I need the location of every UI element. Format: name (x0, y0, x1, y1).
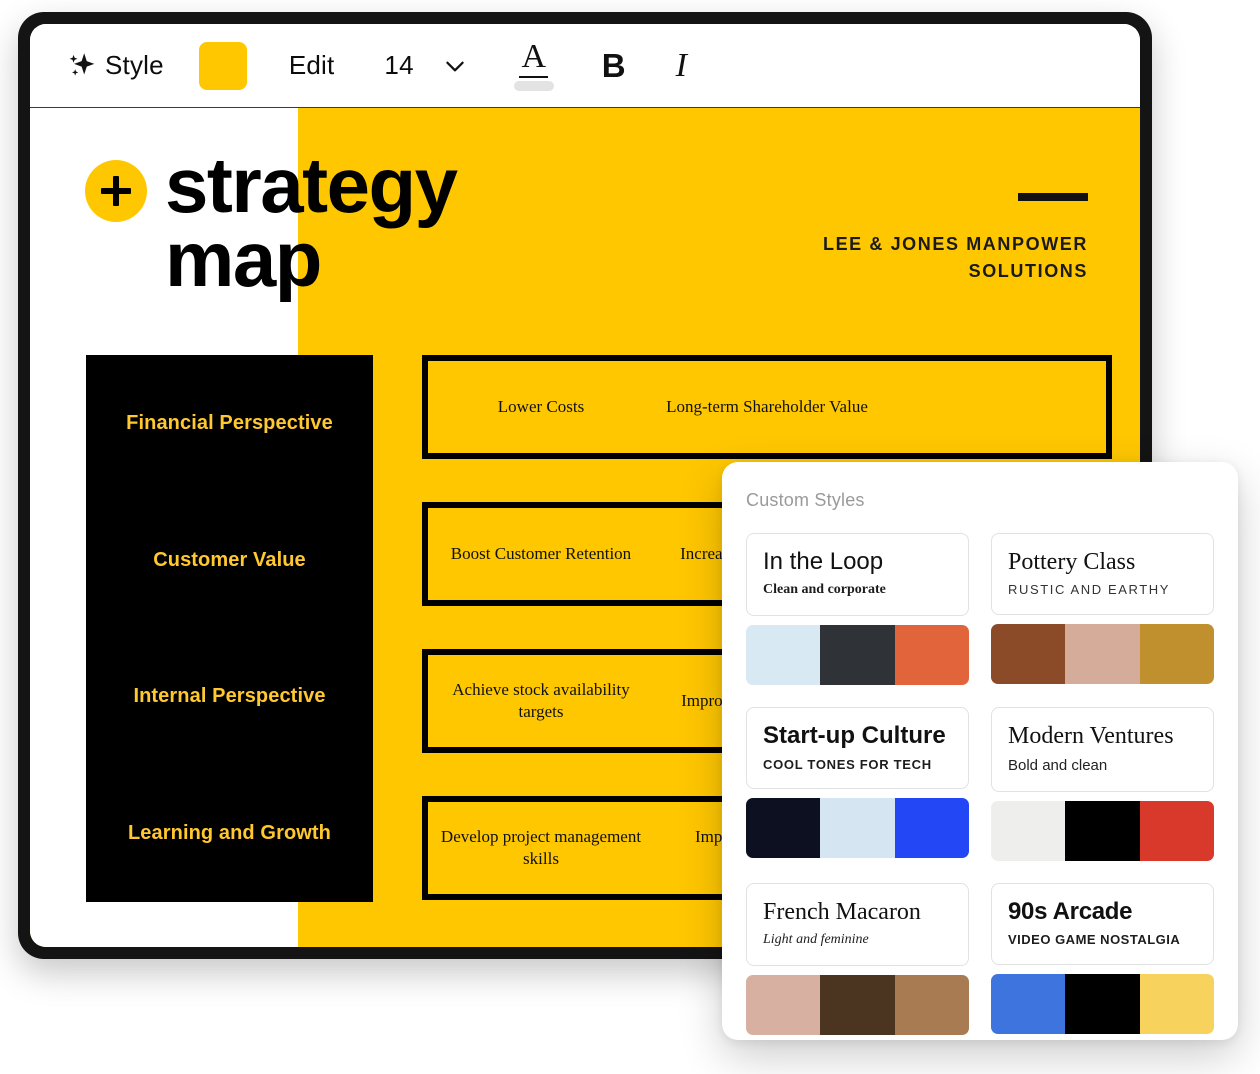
style-name: In the Loop (763, 549, 952, 575)
document-title-block: strategy map (85, 148, 505, 296)
palette-swatch (1065, 974, 1139, 1034)
brand-divider (1018, 193, 1088, 201)
page-title: strategy map (165, 148, 505, 296)
brand-name: LEE & JONES MANPOWER SOLUTIONS (788, 231, 1088, 285)
palette-swatch (1140, 974, 1214, 1034)
style-option-modern-ventures[interactable]: Modern Ventures Bold and clean (991, 707, 1214, 860)
goal-cell[interactable]: Develop project management skills (428, 826, 654, 870)
goal-cell[interactable]: Lower Costs (428, 396, 654, 418)
brand-block: LEE & JONES MANPOWER SOLUTIONS (788, 193, 1088, 285)
goal-cell[interactable]: Achieve stock availability targets (428, 679, 654, 723)
style-description: Bold and clean (1008, 757, 1197, 775)
perspective-label: Learning and Growth (128, 822, 331, 845)
editor-toolbar: Style Edit 14 A B I (30, 24, 1140, 108)
goal-cell[interactable]: Long-term Shareholder Value (654, 396, 880, 418)
palette-swatch (746, 798, 820, 858)
style-description: RUSTIC AND EARTHY (1008, 582, 1197, 598)
font-color-button[interactable]: A (514, 40, 554, 91)
style-name: Pottery Class (1008, 549, 1197, 575)
style-card[interactable]: 90s Arcade VIDEO GAME NOSTALGIA (991, 883, 1214, 965)
chevron-down-icon[interactable] (442, 53, 468, 79)
style-description: Light and feminine (763, 932, 952, 949)
style-card[interactable]: Pottery Class RUSTIC AND EARTHY (991, 533, 1214, 615)
style-description: VIDEO GAME NOSTALGIA (1008, 932, 1197, 948)
palette-swatch (1140, 624, 1214, 684)
style-name: Start-up Culture (763, 723, 952, 749)
style-card[interactable]: Start-up Culture COOL TONES FOR TECH (746, 707, 969, 789)
style-name: Modern Ventures (1008, 723, 1197, 749)
style-palette[interactable] (991, 974, 1214, 1034)
palette-swatch (895, 798, 969, 858)
style-name: French Macaron (763, 899, 952, 925)
palette-swatch (820, 975, 894, 1035)
style-button-label: Style (105, 50, 164, 81)
palette-swatch (746, 625, 820, 685)
edit-button[interactable]: Edit (289, 50, 335, 81)
style-palette[interactable] (746, 625, 969, 685)
palette-swatch (895, 975, 969, 1035)
perspectives-column: Financial Perspective Customer Value Int… (86, 355, 373, 902)
font-color-indicator (514, 81, 554, 91)
perspective-label: Financial Perspective (126, 412, 333, 435)
style-button[interactable]: Style (64, 49, 164, 83)
plus-circle-icon (85, 160, 147, 222)
palette-swatch (991, 974, 1065, 1034)
palette-swatch (991, 801, 1065, 861)
bold-button[interactable]: B (602, 47, 626, 85)
style-palette[interactable] (746, 798, 969, 858)
palette-swatch (820, 798, 894, 858)
palette-swatch (746, 975, 820, 1035)
sparkle-icon (64, 49, 98, 83)
perspective-row[interactable]: Internal Perspective (86, 629, 373, 766)
font-size-value[interactable]: 14 (384, 50, 413, 81)
palette-swatch (820, 625, 894, 685)
goal-row[interactable]: Lower Costs Long-term Shareholder Value (422, 355, 1112, 459)
style-option-90s-arcade[interactable]: 90s Arcade VIDEO GAME NOSTALGIA (991, 883, 1214, 1035)
style-card[interactable]: French Macaron Light and feminine (746, 883, 969, 966)
palette-swatch (991, 624, 1065, 684)
perspective-row[interactable]: Financial Perspective (86, 355, 373, 492)
style-description: COOL TONES FOR TECH (763, 757, 952, 773)
perspective-label: Customer Value (153, 549, 306, 572)
style-card[interactable]: Modern Ventures Bold and clean (991, 707, 1214, 791)
perspective-label: Internal Perspective (133, 685, 325, 708)
style-option-french-macaron[interactable]: French Macaron Light and feminine (746, 883, 969, 1035)
fill-color-swatch[interactable] (199, 42, 247, 90)
style-name: 90s Arcade (1008, 899, 1197, 925)
perspective-row[interactable]: Customer Value (86, 492, 373, 629)
style-description: Clean and corporate (763, 582, 952, 599)
font-color-glyph: A (519, 40, 548, 78)
custom-styles-grid: In the Loop Clean and corporate Pottery … (746, 533, 1214, 1035)
palette-swatch (1065, 801, 1139, 861)
custom-styles-panel: Custom Styles In the Loop Clean and corp… (722, 462, 1238, 1040)
style-option-pottery-class[interactable]: Pottery Class RUSTIC AND EARTHY (991, 533, 1214, 685)
palette-swatch (1140, 801, 1214, 861)
italic-button[interactable]: I (676, 47, 687, 85)
style-palette[interactable] (746, 975, 969, 1035)
app-root: Style Edit 14 A B I (0, 0, 1260, 1074)
goal-cell[interactable]: Boost Customer Retention (428, 543, 654, 565)
custom-styles-title: Custom Styles (746, 490, 1214, 511)
palette-swatch (1065, 624, 1139, 684)
palette-swatch (895, 625, 969, 685)
style-option-start-up-culture[interactable]: Start-up Culture COOL TONES FOR TECH (746, 707, 969, 860)
perspective-row[interactable]: Learning and Growth (86, 765, 373, 902)
style-option-in-the-loop[interactable]: In the Loop Clean and corporate (746, 533, 969, 685)
style-palette[interactable] (991, 801, 1214, 861)
style-palette[interactable] (991, 624, 1214, 684)
style-card[interactable]: In the Loop Clean and corporate (746, 533, 969, 616)
